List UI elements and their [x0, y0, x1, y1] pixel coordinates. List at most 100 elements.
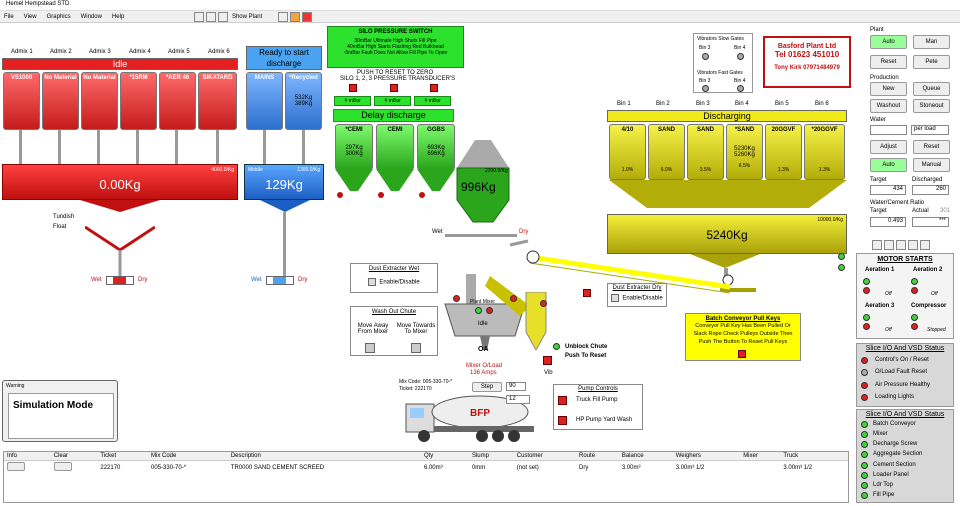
chute-led[interactable]	[540, 300, 547, 307]
water-manual-button[interactable]: Manual	[913, 158, 950, 172]
agg-bin-4[interactable]: *SAND 5230Kg 5260Kg 6.5%	[726, 124, 763, 180]
clear-button[interactable]	[53, 462, 72, 471]
vib-fast-bin4-button[interactable]	[737, 85, 744, 92]
menu-graphics[interactable]: Graphics	[47, 14, 71, 20]
admix-bin-2[interactable]: No Material	[42, 72, 79, 130]
toolbar-list-icon[interactable]	[206, 11, 217, 22]
agg-bin-2[interactable]: SAND 6.0%	[648, 124, 685, 180]
col-mix-code[interactable]: Mix Code	[148, 452, 228, 461]
silo-1[interactable]: *CEMI 297Kg 300Kg	[335, 124, 373, 170]
washout-towards-button[interactable]	[411, 343, 421, 353]
silo-3[interactable]: GGBS 693Kg 696Kg	[417, 124, 455, 170]
aeration-1-start[interactable]	[863, 278, 870, 285]
vib-slow-bin4-button[interactable]	[737, 53, 744, 60]
step-value-1[interactable]: 90	[506, 382, 526, 391]
slice1-led-3[interactable]	[861, 382, 868, 389]
menu-file[interactable]: File	[4, 14, 14, 20]
vib-button[interactable]	[543, 356, 552, 365]
compressor-start[interactable]	[911, 314, 918, 321]
washout-away-button[interactable]	[365, 343, 375, 353]
col-qty[interactable]: Qty	[421, 452, 469, 461]
admix-bin-1[interactable]: VS1000	[3, 72, 40, 130]
aeration-2-stop[interactable]	[911, 287, 918, 294]
pull-keys-reset-button[interactable]	[738, 350, 746, 358]
stoneout-button[interactable]: Stoneout	[913, 99, 950, 113]
slice1-led-1[interactable]	[861, 357, 868, 364]
water-weigher[interactable]: Middle 1300.0/Kg 129Kg	[244, 164, 324, 200]
col-info[interactable]: Info	[4, 452, 51, 461]
toolbar-grid-icon[interactable]	[218, 11, 229, 22]
admix-weigher[interactable]: 4000.0/Kg 0.00Kg	[2, 164, 238, 200]
admix-bin-6[interactable]: SIKATARD	[198, 72, 237, 130]
aeration-1-stop[interactable]	[863, 287, 870, 294]
pete-button[interactable]: Pete	[913, 55, 950, 69]
plant-mixer[interactable]: Plant Mixer Idle OA	[440, 266, 530, 356]
menu-help[interactable]: Help	[112, 14, 124, 20]
admix-bin-5[interactable]: *AER 46	[159, 72, 196, 130]
col-customer[interactable]: Customer	[514, 452, 576, 461]
menu-view[interactable]: View	[24, 14, 37, 20]
step-value-2[interactable]: 12	[506, 395, 530, 404]
show-plant-button[interactable]: Show Plant	[232, 14, 262, 20]
col-description[interactable]: Description	[228, 452, 421, 461]
col-truck[interactable]: Truck	[780, 452, 848, 461]
table-row[interactable]: 222170 005-330-70-* TR0000 SAND CEMENT S…	[4, 461, 848, 475]
col-balance[interactable]: Balance	[619, 452, 673, 461]
hp-pump-button[interactable]	[558, 416, 567, 425]
admix-divert-valve[interactable]	[106, 276, 134, 285]
col-route[interactable]: Route	[576, 452, 619, 461]
col-clear[interactable]: Clear	[51, 452, 98, 461]
toolbar-print-icon[interactable]	[277, 11, 288, 22]
cement-weigher-value[interactable]: 996Kg	[461, 180, 496, 194]
mixer-wet-led[interactable]	[453, 295, 460, 302]
toolbar-alarm-icon[interactable]	[301, 11, 312, 22]
adjust-button[interactable]: Adjust	[870, 140, 907, 154]
toolbar-truck-icon[interactable]	[289, 11, 300, 22]
admix-bin-4[interactable]: *15RM	[120, 72, 157, 130]
col-ticket[interactable]: Ticket	[97, 452, 148, 461]
mixer-dry-led[interactable]	[510, 295, 517, 302]
aeration-2-start[interactable]	[911, 278, 918, 285]
water-reset-button[interactable]: Reset	[913, 140, 950, 154]
water-input[interactable]	[870, 125, 907, 135]
per-load-select[interactable]: per load	[911, 125, 949, 135]
col-mixer[interactable]: Mixer	[740, 452, 780, 461]
transducer-reset-2[interactable]	[390, 84, 398, 92]
compressor-stop[interactable]	[911, 323, 918, 330]
transducer-reset-1[interactable]	[349, 84, 357, 92]
admix-bin-3[interactable]: No Material	[81, 72, 118, 130]
dust-dry-led[interactable]	[583, 289, 591, 297]
agg-bin-6[interactable]: *20GGVF 1.3%	[804, 124, 845, 180]
agg-bin-1[interactable]: 4/10 1.0%	[609, 124, 646, 180]
washout-button[interactable]: Washout	[870, 99, 907, 113]
queue-button[interactable]: Queue	[913, 82, 950, 96]
col-weighers[interactable]: Weighers	[673, 452, 740, 461]
vib-slow-bin3-button[interactable]	[702, 53, 709, 60]
auto-button[interactable]: Auto	[870, 35, 907, 49]
toolbar-doc-icon[interactable]	[194, 11, 205, 22]
silo-2[interactable]: CEMI	[376, 124, 414, 170]
step-button[interactable]: Step	[472, 382, 502, 392]
info-button[interactable]	[7, 462, 25, 471]
aeration-3-stop[interactable]	[863, 323, 870, 330]
vib-fast-bin3-button[interactable]	[702, 85, 709, 92]
reset-button[interactable]: Reset	[870, 55, 907, 69]
agg-bin-5[interactable]: 20GGVF 1.3%	[765, 124, 802, 180]
agg-bin-3[interactable]: SAND 3.5%	[687, 124, 724, 180]
plant-tool-1-icon[interactable]	[872, 240, 882, 250]
water-bin-mains[interactable]: MAINS	[246, 72, 283, 130]
water-divert-valve[interactable]	[266, 276, 294, 285]
dust-dry-checkbox[interactable]	[611, 294, 620, 302]
dust-wet-checkbox[interactable]	[368, 278, 377, 286]
truck-fill-pump-button[interactable]	[558, 396, 567, 405]
col-slump[interactable]: Slump	[469, 452, 514, 461]
menu-window[interactable]: Window	[81, 14, 102, 20]
water-auto-button[interactable]: Auto	[870, 158, 907, 172]
new-button[interactable]: New	[870, 82, 907, 96]
transducer-reset-3[interactable]	[430, 84, 438, 92]
water-bin-recycled[interactable]: *Recycled 532Kg 389Kg	[285, 72, 322, 130]
plant-tool-4-icon[interactable]	[908, 240, 918, 250]
plant-tool-5-icon[interactable]	[920, 240, 930, 250]
plant-tool-2-icon[interactable]	[884, 240, 894, 250]
slice1-led-2[interactable]	[861, 369, 868, 376]
